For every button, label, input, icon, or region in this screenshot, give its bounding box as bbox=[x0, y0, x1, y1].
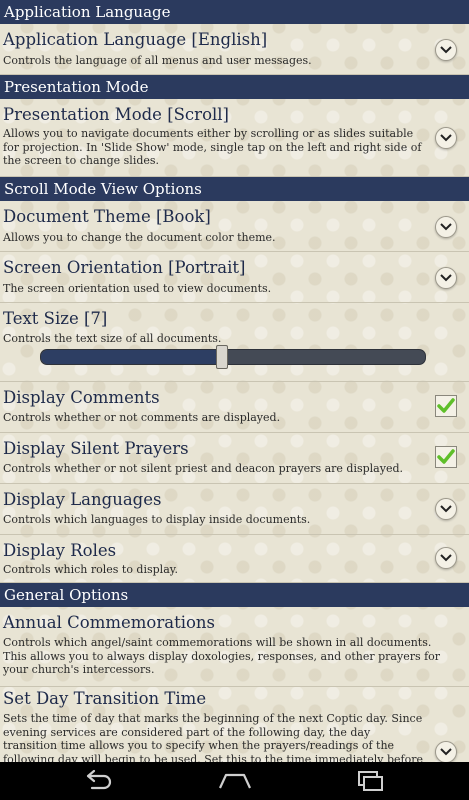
display-silent-prayers-checkbox[interactable] bbox=[435, 446, 457, 468]
section-header-presentation-mode: Presentation Mode bbox=[0, 75, 469, 99]
pref-summary: Controls whether or not comments are dis… bbox=[3, 411, 281, 424]
section-header-scroll-mode-view-options: Scroll Mode View Options bbox=[0, 177, 469, 201]
back-button[interactable] bbox=[78, 768, 118, 794]
pref-summary: Controls the text size of all documents. bbox=[3, 332, 222, 345]
chevron-down-icon[interactable] bbox=[435, 39, 457, 61]
pref-title: Display Comments bbox=[3, 388, 160, 407]
pref-presentation-mode[interactable]: Presentation Mode [Scroll] Allows you to… bbox=[0, 99, 469, 177]
settings-screen: Application Language Application Languag… bbox=[0, 0, 469, 762]
pref-title: Display Silent Prayers bbox=[3, 439, 189, 458]
checkmark-icon bbox=[437, 449, 455, 464]
recent-apps-button[interactable] bbox=[350, 768, 390, 794]
pref-title: Set Day Transition Time bbox=[3, 689, 207, 708]
slider-fill bbox=[41, 350, 222, 364]
back-icon bbox=[86, 769, 112, 790]
checkmark-icon bbox=[437, 398, 455, 413]
pref-summary: Controls which languages to display insi… bbox=[3, 513, 311, 526]
pref-title: Document Theme [Book] bbox=[3, 207, 211, 226]
display-comments-checkbox[interactable] bbox=[435, 395, 457, 417]
chevron-down-icon[interactable] bbox=[435, 498, 457, 520]
pref-title: Presentation Mode [Scroll] bbox=[3, 105, 229, 124]
pref-summary: Controls the language of all menus and u… bbox=[3, 54, 312, 67]
pref-summary: Controls which angel/saint commemoration… bbox=[3, 636, 441, 676]
pref-title: Annual Commemorations bbox=[3, 613, 216, 632]
chevron-down-icon[interactable] bbox=[435, 216, 457, 238]
recent-apps-icon bbox=[358, 771, 383, 791]
pref-display-silent-prayers[interactable]: Display Silent Prayers Controls whether … bbox=[0, 433, 469, 484]
pref-title: Application Language [English] bbox=[3, 30, 268, 49]
pref-title: Screen Orientation [Portrait] bbox=[3, 258, 246, 277]
chevron-down-icon[interactable] bbox=[435, 127, 457, 149]
pref-summary: The screen orientation used to view docu… bbox=[3, 282, 272, 295]
pref-title: Display Roles bbox=[3, 541, 117, 560]
pref-set-day-transition-time[interactable]: Set Day Transition Time Sets the time of… bbox=[0, 687, 469, 762]
pref-title: Text Size [7] bbox=[3, 309, 108, 328]
pref-summary: Controls which roles to display. bbox=[3, 563, 179, 576]
pref-document-theme[interactable]: Document Theme [Book] Allows you to chan… bbox=[0, 201, 469, 252]
section-header-general-options: General Options bbox=[0, 583, 469, 607]
chevron-down-icon[interactable] bbox=[435, 547, 457, 569]
pref-summary: Controls whether or not silent priest an… bbox=[3, 462, 403, 475]
pref-summary: Allows you to change the document color … bbox=[3, 231, 276, 244]
pref-summary: Allows you to navigate documents either … bbox=[3, 127, 422, 167]
chevron-down-icon[interactable] bbox=[435, 267, 457, 289]
section-header-application-language: Application Language bbox=[0, 0, 469, 24]
home-icon bbox=[219, 773, 251, 789]
text-size-slider[interactable] bbox=[40, 345, 426, 369]
slider-thumb[interactable] bbox=[216, 345, 229, 369]
pref-title: Display Languages bbox=[3, 490, 162, 509]
pref-display-languages[interactable]: Display Languages Controls which languag… bbox=[0, 484, 469, 535]
pref-display-roles[interactable]: Display Roles Controls which roles to di… bbox=[0, 535, 469, 583]
pref-application-language[interactable]: Application Language [English] Controls … bbox=[0, 24, 469, 75]
system-navigation-bar bbox=[0, 762, 469, 800]
pref-screen-orientation[interactable]: Screen Orientation [Portrait] The screen… bbox=[0, 252, 469, 303]
pref-text-size: Text Size [7] Controls the text size of … bbox=[0, 303, 469, 382]
pref-display-comments[interactable]: Display Comments Controls whether or not… bbox=[0, 382, 469, 433]
pref-summary: Sets the time of day that marks the begi… bbox=[3, 712, 423, 762]
pref-annual-commemorations[interactable]: Annual Commemorations Controls which ang… bbox=[0, 607, 469, 687]
home-button[interactable] bbox=[215, 768, 255, 794]
chevron-down-icon[interactable] bbox=[435, 741, 457, 762]
